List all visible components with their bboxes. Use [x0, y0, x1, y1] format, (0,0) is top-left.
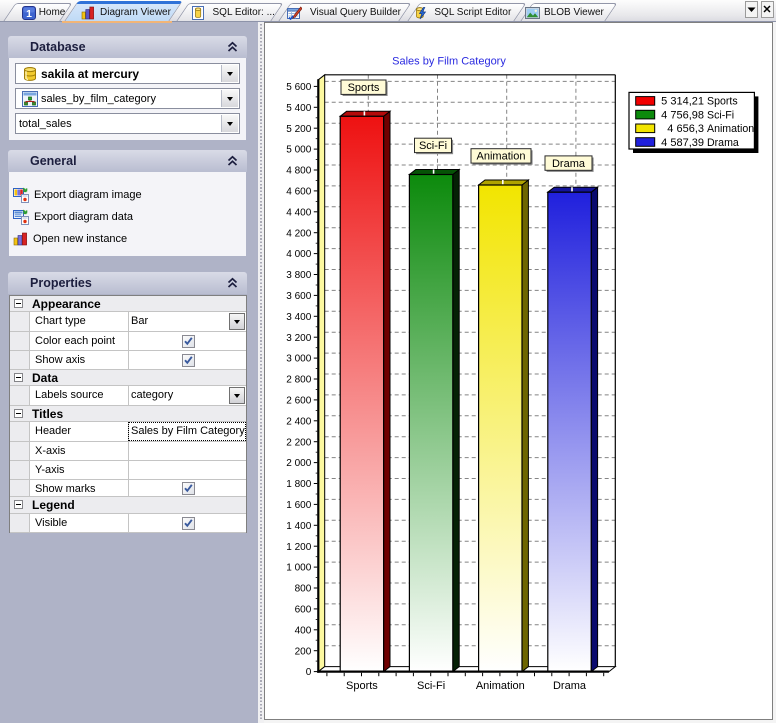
svg-text:5 400: 5 400 [286, 103, 311, 114]
svg-text:600: 600 [295, 605, 312, 616]
svg-text:Sci-Fi: Sci-Fi [707, 109, 734, 121]
svg-text:0: 0 [306, 667, 312, 678]
svg-text:Drama: Drama [552, 158, 586, 170]
svg-text:3 000: 3 000 [286, 354, 311, 365]
svg-text:3 200: 3 200 [286, 333, 311, 344]
svg-text:2 400: 2 400 [286, 416, 311, 427]
svg-text:Sci-Fi: Sci-Fi [419, 140, 447, 152]
svg-text:4 200: 4 200 [286, 228, 311, 239]
svg-text:Drama: Drama [553, 680, 587, 692]
svg-text:3 600: 3 600 [286, 291, 311, 302]
svg-text:Animation: Animation [707, 123, 754, 135]
svg-text:800: 800 [295, 584, 312, 595]
svg-text:5 000: 5 000 [286, 145, 311, 156]
svg-text:1 000: 1 000 [286, 563, 311, 574]
svg-text:200: 200 [295, 646, 312, 657]
svg-text:1 200: 1 200 [286, 542, 311, 553]
svg-text:5 200: 5 200 [286, 124, 311, 135]
svg-text:4 587,39: 4 587,39 [661, 137, 704, 149]
svg-text:Animation: Animation [477, 151, 526, 163]
svg-text:1 600: 1 600 [286, 500, 311, 511]
svg-text:Sports: Sports [348, 82, 380, 94]
svg-text:400: 400 [295, 625, 312, 636]
svg-text:5 314,21: 5 314,21 [661, 96, 704, 108]
svg-text:4 656,3: 4 656,3 [667, 123, 704, 135]
svg-text:Sci-Fi: Sci-Fi [417, 680, 445, 692]
svg-text:3 400: 3 400 [286, 312, 311, 323]
svg-text:4 800: 4 800 [286, 166, 311, 177]
svg-text:Drama: Drama [707, 137, 739, 149]
svg-text:Sports: Sports [346, 680, 378, 692]
svg-text:4 400: 4 400 [286, 207, 311, 218]
svg-text:1 400: 1 400 [286, 521, 311, 532]
svg-text:5 600: 5 600 [286, 82, 311, 93]
svg-text:2 600: 2 600 [286, 396, 311, 407]
svg-text:2 200: 2 200 [286, 437, 311, 448]
svg-text:4 000: 4 000 [286, 249, 311, 260]
svg-text:1 800: 1 800 [286, 479, 311, 490]
svg-text:Animation: Animation [476, 680, 525, 692]
svg-text:2 000: 2 000 [286, 458, 311, 469]
svg-text:3 800: 3 800 [286, 270, 311, 281]
svg-text:Sales by Film Category: Sales by Film Category [392, 56, 506, 68]
svg-text:2 800: 2 800 [286, 375, 311, 386]
svg-text:Sports: Sports [707, 96, 738, 108]
svg-text:4 756,98: 4 756,98 [661, 109, 704, 121]
svg-text:4 600: 4 600 [286, 187, 311, 198]
